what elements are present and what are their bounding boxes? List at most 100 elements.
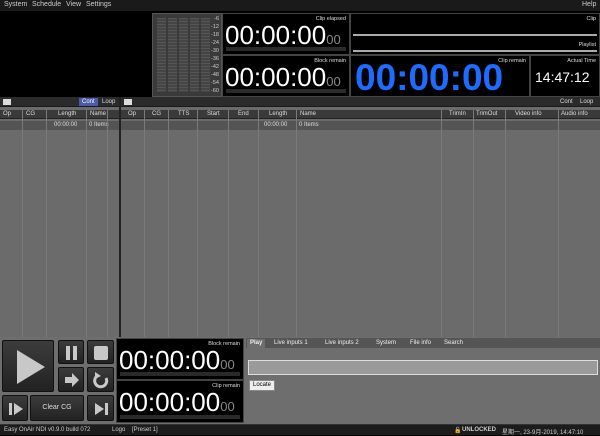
col-cg[interactable]: CG [26, 111, 35, 117]
next-button[interactable] [58, 367, 84, 392]
locate-button[interactable]: Locate [249, 380, 275, 391]
skip-button[interactable] [2, 395, 28, 421]
tab-file-info[interactable]: File info [407, 339, 434, 348]
clip-playlist-panel: Clip Playlist [350, 13, 600, 55]
column-divider [22, 110, 23, 337]
stop-icon [94, 346, 108, 360]
column-divider [441, 110, 442, 337]
column-divider [144, 110, 145, 337]
right-summary-row: 00:00:00 0 Items [121, 121, 600, 130]
column-divider [228, 110, 229, 337]
menu-help[interactable]: Help [582, 1, 596, 8]
stop-button[interactable] [87, 340, 114, 364]
col-trimin[interactable]: TrimIn [449, 111, 466, 117]
vu-bar [168, 18, 177, 92]
right-tab-cont[interactable]: Cont [557, 98, 576, 106]
tab-search[interactable]: Search [441, 339, 466, 348]
loop-button[interactable] [87, 367, 114, 392]
left-pane-columns: Op CG Length Name [0, 110, 119, 119]
col-name[interactable]: Name [90, 111, 106, 117]
playlist-panes [0, 97, 600, 337]
column-divider [168, 110, 169, 337]
tab-system[interactable]: System [373, 339, 399, 348]
actual-time-label: Actual Time [567, 58, 596, 64]
col-tts[interactable]: TTS [178, 111, 189, 117]
play-button[interactable] [2, 340, 54, 392]
clip-elapsed-frames: 00 [326, 32, 341, 47]
block-remain-frames: 00 [326, 74, 341, 89]
left-summary-length: 00:00:00 [54, 122, 78, 128]
column-divider [296, 110, 297, 337]
col-cg[interactable]: CG [152, 111, 161, 117]
tab-play[interactable]: Play [247, 339, 266, 348]
menu-system[interactable]: System [4, 1, 27, 8]
menu-settings[interactable]: Settings [86, 1, 111, 8]
clip-remain-value: 00:00:00 [355, 57, 504, 98]
column-divider [197, 110, 198, 337]
skip-icon [9, 403, 23, 415]
col-end[interactable]: End [238, 111, 249, 117]
right-summary-name: 0 Items [299, 122, 319, 128]
column-divider [46, 110, 47, 337]
bottom-clip-remain-timecode: 00:00:0000 [119, 387, 235, 418]
vu-scale-label: -48 [211, 72, 219, 78]
loop-icon [93, 372, 109, 389]
preset-status[interactable]: [Preset 1] [132, 427, 158, 433]
col-video-info[interactable]: Video info [515, 111, 542, 117]
bottom-clip-remain-panel: Clip remain 00:00:0000 [116, 380, 244, 423]
col-op[interactable]: Op [128, 111, 136, 117]
col-length[interactable]: Length [269, 111, 287, 117]
vu-bar [157, 18, 166, 92]
arrow-right-icon [65, 373, 79, 387]
next-clip-button[interactable] [87, 395, 114, 421]
playlist-label: Playlist [578, 42, 596, 48]
folder-icon[interactable] [3, 99, 11, 105]
lock-icon: 🔓 [454, 428, 462, 434]
playlist-progress-bar [353, 50, 597, 52]
right-tab-loop[interactable]: Loop [577, 98, 596, 106]
vu-scale-label: -36 [211, 56, 219, 62]
vu-bar [201, 18, 210, 92]
vu-bar [179, 18, 188, 92]
logo-status[interactable]: Logo [112, 427, 125, 433]
audio-level-meter: -6 -12 -18 -24 -30 -36 -42 -48 -54 -60 [152, 13, 222, 97]
bottom-clip-remain-progress [120, 415, 240, 419]
status-bar: Easy OnAir NDI v0.9.0 build 072 Logo [Pr… [0, 424, 600, 436]
col-audio-info[interactable]: Audio info [561, 111, 588, 117]
clip-elapsed-progress [226, 47, 346, 51]
folder-icon[interactable] [124, 99, 132, 105]
bottom-block-remain-progress [120, 372, 240, 376]
col-start[interactable]: Start [207, 111, 220, 117]
col-op[interactable]: Op [3, 111, 11, 117]
lock-status[interactable]: UNLOCKED [462, 427, 496, 433]
menu-view[interactable]: View [66, 1, 81, 8]
bottom-block-remain-value: 00:00:00 [119, 345, 221, 375]
pane-splitter[interactable] [119, 97, 121, 337]
column-divider [473, 110, 474, 337]
pause-button[interactable] [58, 340, 84, 364]
clip-elapsed-value: 00:00:00 [225, 20, 327, 50]
col-trimout[interactable]: TrimOut [476, 111, 497, 117]
tab-live-inputs-2[interactable]: Live inputs 2 [322, 339, 362, 348]
vu-bar [190, 18, 199, 92]
right-pane-header: Cont Loop [121, 97, 600, 107]
clip-remain-panel: Clip remain 00:00:00 [350, 55, 530, 98]
clear-cg-button[interactable]: Clear CG [30, 395, 84, 421]
column-divider [258, 110, 259, 337]
vu-scale-label: -30 [211, 48, 219, 54]
tab-live-inputs-1[interactable]: Live inputs 1 [271, 339, 311, 348]
menu-schedule[interactable]: Schedule [32, 1, 61, 8]
left-tab-loop[interactable]: Loop [99, 98, 118, 106]
play-progress-field[interactable] [248, 360, 598, 375]
left-pane-header: Cont Loop [0, 97, 119, 107]
col-name[interactable]: Name [300, 111, 316, 117]
column-divider [558, 110, 559, 337]
vu-scale-label: -54 [211, 80, 219, 86]
left-tab-cont[interactable]: Cont [79, 98, 98, 106]
vu-scale-label: -6 [214, 16, 219, 22]
actual-time-panel: Actual Time 14:47:12 [530, 55, 600, 97]
clip-label: Clip [586, 16, 596, 22]
col-length[interactable]: Length [58, 111, 76, 117]
right-pane-columns: Op CG TTS Start End Length Name TrimIn T… [121, 110, 600, 119]
vu-scale-label: -18 [211, 32, 219, 38]
